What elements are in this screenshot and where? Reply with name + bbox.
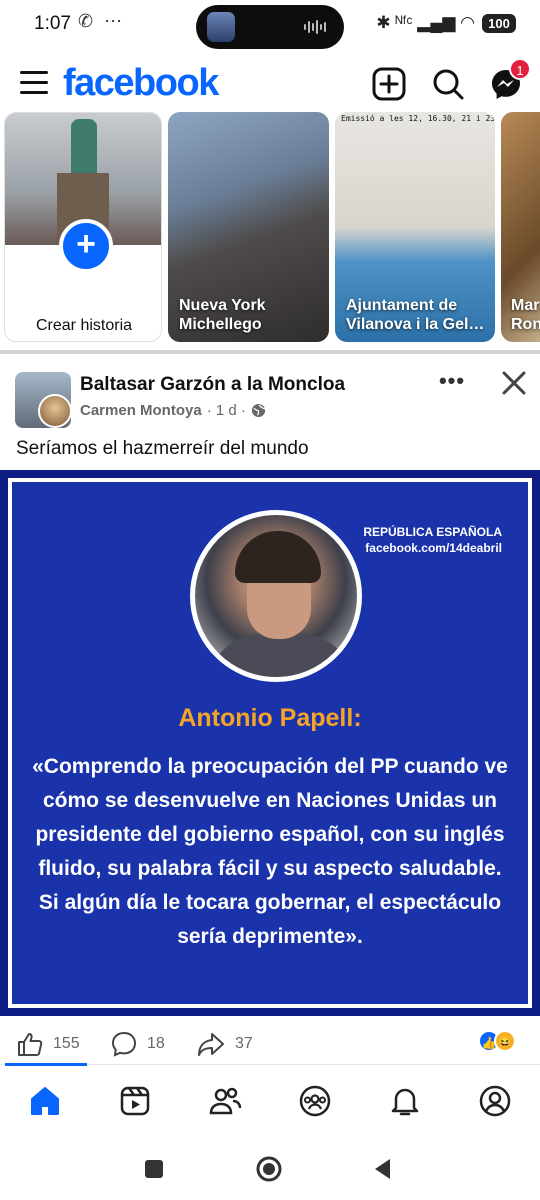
like-button[interactable]: 155 [16,1030,80,1058]
reaction-summary[interactable]: 👍 😆 [478,1030,522,1054]
back-triangle-icon [375,1159,390,1179]
circle-icon [256,1156,282,1182]
pill-avatar [207,12,235,42]
post-image[interactable]: REPÚBLICA ESPAÑOLA facebook.com/14deabri… [0,470,540,1016]
bottom-nav [0,1063,540,1132]
nav-friends[interactable] [207,1083,243,1119]
square-icon [145,1160,163,1178]
friends-icon [209,1087,242,1115]
story-name-line2: Michellego [179,316,262,333]
menu-icon[interactable] [20,71,48,95]
app-header: facebook [0,56,540,112]
share-icon [198,1033,224,1056]
portrait-suit [205,633,357,677]
story-name-line1: Ajuntament de [346,297,458,314]
nav-reels[interactable] [117,1083,153,1119]
like-icon [18,1033,43,1056]
status-time: 1:07 [34,13,71,34]
create-story-label: Crear historia [35,317,133,334]
quote-text: «Comprendo la preocupación del PP cuando… [32,755,508,948]
active-tab-indicator [5,1063,87,1066]
facebook-logo[interactable]: facebook [63,62,219,105]
story-name-line1: Nueva York [179,297,266,314]
story-name: Ajuntament de Vilanova i la Gel… [346,296,484,334]
story-card[interactable]: Nueva York Michellego [168,112,329,342]
story-name: Mar Ron [511,296,540,334]
close-icon [502,371,526,395]
story-card[interactable]: Mar Ron [501,112,540,342]
post-actions: 155 18 37 👍 😆 [0,1020,540,1066]
search-button[interactable] [428,64,468,104]
brand-line1: REPÚBLICA ESPAÑOLA [363,525,502,539]
story-card[interactable]: Emissió a les 12, 16.30, 21 i 23 h Ajunt… [335,112,495,342]
system-home-button[interactable] [254,1154,284,1184]
stories-strip: + Crear historia Nueva York Michellego E… [0,112,540,344]
battery-icon: 100 [482,13,516,33]
share-button[interactable]: 37 [196,1030,253,1058]
quote-speaker-name: Antonio Papell: [178,704,362,732]
image-brand: REPÚBLICA ESPAÑOLA facebook.com/14deabri… [363,524,502,556]
feed-divider [0,350,540,354]
recent-apps-button[interactable] [139,1154,169,1184]
home-icon [31,1087,59,1115]
reels-icon [120,1086,150,1116]
comment-icon [111,1031,137,1057]
status-notification-icons: ✆ ⋯ [78,11,126,31]
audio-wave-icon [304,19,328,35]
more-options-button[interactable]: ••• [434,368,470,398]
groups-icon [299,1085,331,1117]
statue-image [71,119,97,179]
author-avatar[interactable] [38,394,72,428]
portrait-hair [235,531,321,583]
post-text: Seríamos el hazmerreír del mundo [16,438,309,459]
status-bar: 1:07 ✆ ⋯ ✱ ᴺᶠᶜ ▂▄▆ ◠ 100 [0,0,540,50]
quote-card: REPÚBLICA ESPAÑOLA facebook.com/14deabri… [8,478,532,1008]
nav-profile[interactable] [477,1083,513,1119]
story-caption: Emissió a les 12, 16.30, 21 i 23 h [341,114,495,123]
story-name: Nueva York Michellego [179,296,266,334]
search-icon [433,69,464,100]
messenger-badge: 1 [509,58,531,80]
system-nav-bar [0,1140,540,1200]
status-right-icons: ✱ ᴺᶠᶜ ▂▄▆ ◠ 100 [376,13,516,33]
add-story-plus-icon[interactable]: + [59,219,113,273]
profile-icon [479,1085,511,1117]
haha-reaction-icon: 😆 [494,1030,516,1052]
plus-square-icon [372,67,406,101]
post-meta: Carmen Montoya · 1 d · [80,402,266,419]
brand-line2: facebook.com/14deabril [365,541,502,555]
post-time[interactable]: · 1 d · [207,402,246,419]
like-count: 155 [53,1035,80,1052]
nav-notifications[interactable] [387,1083,423,1119]
post-group-name[interactable]: Baltasar Garzón a la Moncloa [80,374,345,396]
create-story-card[interactable]: + Crear historia [4,112,162,342]
speaker-portrait [190,510,362,682]
create-post-button[interactable] [369,64,409,104]
status-system-icons: ✱ ᴺᶠᶜ ▂▄▆ ◠ [376,13,475,32]
globe-icon [251,403,265,418]
nav-groups[interactable] [297,1083,333,1119]
hide-post-button[interactable] [497,366,531,400]
bell-icon [391,1088,419,1116]
back-button[interactable] [368,1154,398,1184]
story-name-line2: Vilanova i la Gel… [346,316,485,333]
comment-count: 18 [147,1035,165,1052]
comment-button[interactable]: 18 [110,1030,165,1058]
story-name-line2: Ron [511,316,540,333]
nav-home[interactable] [27,1083,63,1119]
dynamic-island-pill[interactable] [196,5,344,49]
story-name-line1: Mar [511,297,540,314]
post-author[interactable]: Carmen Montoya [80,402,202,419]
share-count: 37 [235,1035,253,1052]
